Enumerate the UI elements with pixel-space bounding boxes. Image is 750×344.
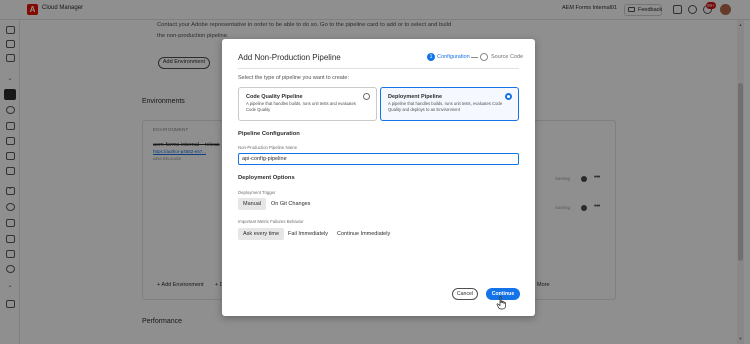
pipeline-name-input[interactable] [238,153,519,165]
card-description: A pipeline that handles builds, runs uni… [388,101,503,112]
step-2-label: Source Code [491,54,524,60]
continue-immediately-option[interactable]: Continue Immediately [332,228,395,240]
step-1-indicator: 1 [427,53,435,61]
deployment-radio[interactable] [505,93,512,100]
step-2-indicator [480,53,488,61]
pipeline-config-heading: Pipeline Configuration [238,131,300,137]
step-1-label: Configuration [437,54,470,60]
card-title: Code Quality Pipeline [246,94,303,100]
pipeline-type-prompt: Select the type of pipeline you want to … [238,75,349,81]
code-quality-radio[interactable] [363,93,370,100]
metric-failure-label: Important Metric Failures Behavior [238,219,304,224]
dialog-title: Add Non-Production Pipeline [238,53,341,62]
hand-cursor-icon [496,296,506,310]
deployment-trigger-label: Deployment Trigger [238,190,276,195]
card-description: A pipeline that handles builds, runs uni… [246,101,356,112]
step-connector [471,57,478,58]
cancel-button[interactable]: Cancel [452,288,478,300]
deployment-pipeline-card[interactable]: Deployment Pipeline A pipeline that hand… [380,87,519,121]
trigger-manual-option[interactable]: Manual [238,198,267,210]
card-title: Deployment Pipeline [388,94,443,100]
add-pipeline-dialog: Add Non-Production Pipeline 1 Configurat… [222,39,535,316]
code-quality-pipeline-card[interactable]: Code Quality Pipeline A pipeline that ha… [238,87,377,121]
trigger-git-changes-option[interactable]: On Git Changes [266,198,315,210]
ask-every-time-option[interactable]: Ask every time [238,228,285,240]
deployment-options-heading: Deployment Options [238,175,295,181]
pipeline-name-label: Non-Production Pipeline Name [238,145,297,150]
fail-immediately-option[interactable]: Fail Immediately [283,228,333,240]
dialog-divider [238,68,519,69]
